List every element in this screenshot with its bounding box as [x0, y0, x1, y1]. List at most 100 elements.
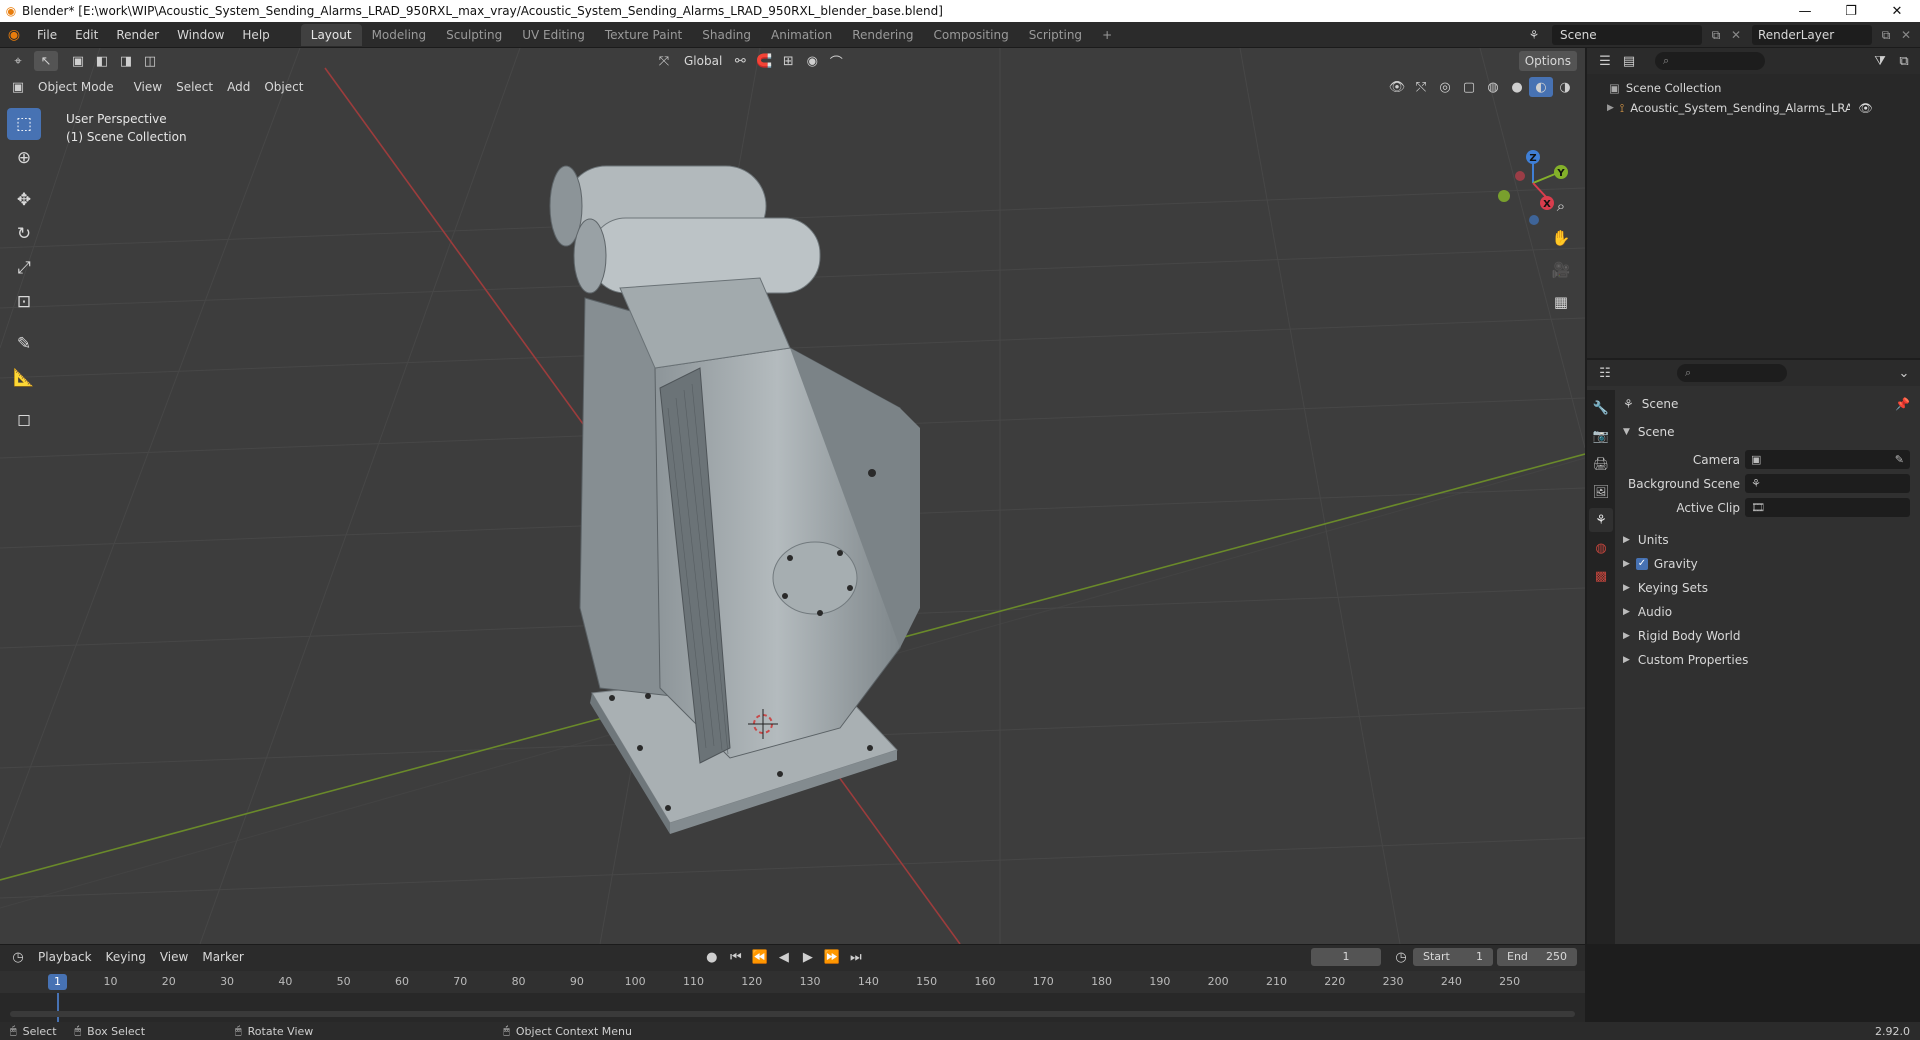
tab-uv-editing[interactable]: UV Editing [512, 24, 595, 46]
cursor-tool-icon[interactable]: ⊕ [7, 142, 41, 174]
timeline-editor-icon[interactable]: ◷ [6, 947, 30, 967]
viewport-menu-add[interactable]: Add [221, 77, 256, 97]
viewport-menu-object[interactable]: Object [258, 77, 309, 97]
tree-row-scene-collection[interactable]: ▣ Scene Collection [1587, 78, 1920, 98]
gravity-panel-header[interactable]: ▶ ✓ Gravity [1615, 552, 1920, 576]
scene-section-header[interactable]: ▼ Scene [1615, 420, 1920, 444]
xray-icon[interactable]: ▢ [1457, 77, 1481, 97]
background-scene-field[interactable]: ⚘ [1745, 474, 1910, 493]
measure-tool-icon[interactable]: 📐 [7, 362, 41, 394]
keying-sets-panel-header[interactable]: ▶ Keying Sets [1615, 576, 1920, 600]
play-reverse-icon[interactable]: ◀ [772, 947, 796, 967]
editor-type-icon[interactable]: ⌖ [6, 51, 30, 71]
output-tab-icon[interactable]: 🖨 [1589, 452, 1613, 476]
new-layer-icon[interactable]: ⧉ [1876, 25, 1896, 45]
transform-tool-icon[interactable]: ⊡ [7, 286, 41, 318]
start-frame-field[interactable]: Start 1 [1413, 948, 1493, 966]
next-keyframe-icon[interactable]: ⏩ [820, 947, 844, 967]
annotate-tool-icon[interactable]: ✎ [7, 328, 41, 360]
render-layer-selector[interactable]: RenderLayer [1752, 25, 1872, 45]
minimize-button[interactable]: — [1782, 0, 1828, 22]
tab-layout[interactable]: Layout [300, 23, 362, 46]
wireframe-shading-icon[interactable]: ◍ [1481, 77, 1505, 97]
timeline-menu-marker[interactable]: Marker [196, 947, 249, 967]
add-cube-tool-icon[interactable]: ◻ [7, 404, 41, 436]
delete-layer-icon[interactable]: ✕ [1896, 25, 1916, 45]
ortho-grid-icon[interactable]: ▦ [1548, 289, 1574, 315]
tab-animation[interactable]: Animation [761, 24, 842, 46]
jump-end-icon[interactable]: ⏭ [844, 947, 868, 967]
visibility-eye-icon[interactable]: 👁 [1858, 101, 1873, 115]
timeline-track[interactable] [0, 993, 1585, 1023]
prev-keyframe-icon[interactable]: ⏪ [748, 947, 772, 967]
new-scene-icon[interactable]: ⧉ [1706, 25, 1726, 45]
menu-edit[interactable]: Edit [66, 22, 107, 48]
end-frame-field[interactable]: End 250 [1497, 948, 1577, 966]
menu-help[interactable]: Help [233, 22, 278, 48]
overlay-toggle-icon[interactable]: ◎ [1433, 77, 1457, 97]
gizmo-toggle-icon[interactable]: ⤲ [1409, 77, 1433, 97]
zoom-icon[interactable]: ⌕ [1548, 193, 1574, 219]
filter-icon[interactable]: ⧩ [1868, 51, 1892, 71]
eyedropper-icon[interactable]: ✎ [1895, 453, 1904, 466]
select-subtract-icon[interactable]: ◨ [114, 51, 138, 71]
outliner-editor-icon[interactable]: ☰ [1593, 51, 1617, 71]
timeline-menu-playback[interactable]: Playback [32, 947, 98, 967]
texture-tab-icon[interactable]: ▩ [1589, 564, 1613, 588]
select-extend-icon[interactable]: ◧ [90, 51, 114, 71]
viewport-menu-select[interactable]: Select [170, 77, 219, 97]
proportional-edit-icon[interactable]: ◉ [800, 51, 824, 71]
tree-row-object[interactable]: ▶ ⟟ Acoustic_System_Sending_Alarms_LRAD_… [1587, 98, 1920, 118]
camera-view-icon[interactable]: 🎥 [1548, 257, 1574, 283]
play-icon[interactable]: ▶ [796, 947, 820, 967]
expand-arrow-icon[interactable]: ▶ [1607, 103, 1614, 113]
scene-icon[interactable]: ⚘ [1522, 25, 1546, 45]
world-tab-icon[interactable]: ◍ [1589, 536, 1613, 560]
snap-icon[interactable]: 🧲 [752, 51, 776, 71]
rotate-tool-icon[interactable]: ↻ [7, 218, 41, 250]
tab-texture-paint[interactable]: Texture Paint [595, 24, 692, 46]
tool-settings-tab-icon[interactable]: 🔧 [1589, 396, 1613, 420]
preview-range-icon[interactable]: ◷ [1389, 947, 1413, 967]
custom-properties-panel-header[interactable]: ▶ Custom Properties [1615, 648, 1920, 672]
blender-menu-icon[interactable]: ◉ [0, 27, 28, 43]
menu-window[interactable]: Window [168, 22, 233, 48]
timeline-ruler[interactable]: 1 10 20 30 40 50 60 70 80 90 100 110 120 130 140 150 160… [0, 971, 1585, 993]
properties-editor-icon[interactable]: ☷ [1593, 363, 1617, 383]
object-mode-dropdown[interactable]: Object Mode [32, 77, 120, 97]
camera-field[interactable]: ▣ ✎ [1745, 450, 1910, 469]
menu-render[interactable]: Render [107, 22, 168, 48]
maximize-button[interactable]: ❐ [1828, 0, 1874, 22]
viewport-menu-view[interactable]: View [128, 77, 168, 97]
tab-modeling[interactable]: Modeling [362, 24, 437, 46]
current-frame-field[interactable]: 1 [1311, 948, 1381, 966]
scale-tool-icon[interactable]: ⤢ [7, 252, 41, 284]
move-tool-icon[interactable]: ✥ [7, 184, 41, 216]
record-icon[interactable]: ● [700, 947, 724, 967]
solid-shading-icon[interactable]: ● [1505, 77, 1529, 97]
snap-target-icon[interactable]: ⊞ [776, 51, 800, 71]
render-tab-icon[interactable]: 📷 [1589, 424, 1613, 448]
new-collection-icon[interactable]: ⧉ [1892, 51, 1916, 71]
select-invert-icon[interactable]: ◫ [138, 51, 162, 71]
select-mode-icon[interactable]: ↖ [34, 51, 58, 71]
active-clip-field[interactable]: 🎞 [1745, 498, 1910, 517]
display-mode-icon[interactable]: ▤ [1617, 51, 1641, 71]
pivot-point-icon[interactable]: ⚯ [728, 51, 752, 71]
close-button[interactable]: ✕ [1874, 0, 1920, 22]
timeline-menu-keying[interactable]: Keying [100, 947, 152, 967]
gravity-checkbox[interactable]: ✓ [1635, 558, 1648, 570]
timeline-menu-view[interactable]: View [154, 947, 194, 967]
falloff-icon[interactable]: ⌒ [824, 51, 848, 71]
playhead-line[interactable] [57, 993, 59, 1023]
options-dropdown[interactable]: Options [1518, 51, 1577, 71]
properties-search-input[interactable]: ⌕ [1677, 364, 1787, 382]
3d-viewport[interactable]: Z Y X ⌖ ↖ ▣ ◧ ◨ ◫ ⤧ Global ⚯ 🧲 ⊞ ◉ ⌒ Opt… [0, 48, 1585, 944]
tab-rendering[interactable]: Rendering [842, 24, 923, 46]
timeline-scrollbar[interactable] [10, 1011, 1575, 1017]
rigid-body-panel-header[interactable]: ▶ Rigid Body World [1615, 624, 1920, 648]
select-box-tool-icon[interactable]: ⬚ [7, 108, 41, 140]
scene-tab-icon[interactable]: ⚘ [1589, 508, 1613, 532]
view-layer-tab-icon[interactable]: 🖼 [1589, 480, 1613, 504]
tab-sculpting[interactable]: Sculpting [436, 24, 512, 46]
